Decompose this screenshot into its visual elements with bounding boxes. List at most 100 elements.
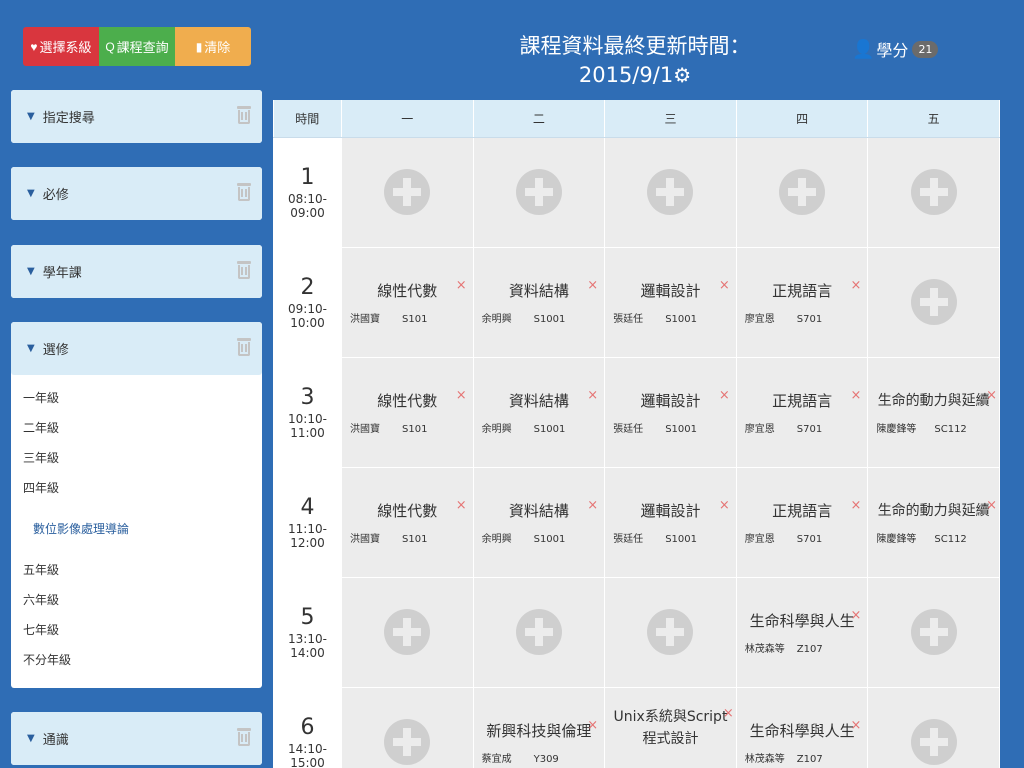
remove-course-button[interactable]: × — [723, 706, 734, 721]
course-cell[interactable]: 線性代數 洪國寶 S101 × — [341, 246, 474, 358]
empty-slot[interactable] — [735, 136, 869, 248]
course-cell[interactable]: 生命的動力與延續 陳慶鋒等 SC112 × — [867, 466, 1000, 578]
clear-button[interactable]: ▮ 清除 — [175, 27, 251, 66]
grade-item[interactable]: 六年級 — [23, 587, 250, 617]
trash-icon[interactable] — [237, 183, 251, 201]
course-room: S1001 — [533, 423, 566, 435]
empty-slot[interactable] — [867, 686, 1000, 768]
course-room: Z107 — [796, 753, 823, 765]
remove-course-button[interactable]: × — [456, 498, 467, 513]
grade-item[interactable]: 一年級 — [23, 385, 250, 415]
empty-slot[interactable] — [472, 576, 606, 688]
remove-course-button[interactable]: × — [456, 388, 467, 403]
course-room: Y309 — [533, 753, 559, 765]
remove-course-button[interactable]: × — [587, 388, 598, 403]
grade-item[interactable]: 二年級 — [23, 415, 250, 445]
caret-down-icon: ▼ — [27, 343, 35, 354]
add-course-icon[interactable] — [910, 719, 957, 765]
course-cell[interactable]: 生命科學與人生 林茂森等 Z107 × — [735, 686, 869, 768]
course-cell[interactable]: 正規語言 廖宜恩 S701 × — [735, 246, 869, 358]
add-course-icon[interactable] — [515, 169, 562, 215]
empty-slot[interactable] — [472, 136, 606, 248]
course-cell[interactable]: 線性代數 洪國寶 S101 × — [341, 356, 474, 468]
course-cell[interactable]: 資料結構 余明興 S1001 × — [472, 356, 606, 468]
trash-icon[interactable] — [237, 261, 251, 279]
table-row: 5 13:10-14:00 生命科學與人生 林茂森等 Z107 × — [273, 576, 1000, 688]
grade-item[interactable]: 不分年級 — [23, 647, 250, 677]
add-course-icon[interactable] — [515, 609, 562, 655]
remove-course-button[interactable]: × — [456, 278, 467, 293]
course-cell[interactable]: 資料結構 余明興 S1001 × — [472, 466, 606, 578]
remove-course-button[interactable]: × — [850, 278, 861, 293]
header-fri: 五 — [867, 100, 1000, 138]
remove-course-button[interactable]: × — [850, 388, 861, 403]
period-number: 5 — [300, 605, 315, 630]
course-cell[interactable]: 正規語言 廖宜恩 S701 × — [735, 356, 869, 468]
remove-course-button[interactable]: × — [587, 718, 598, 733]
add-course-icon[interactable] — [647, 169, 694, 215]
panel-header-required[interactable]: ▼ 必修 — [11, 167, 262, 220]
grade-item[interactable]: 五年級 — [23, 557, 250, 587]
empty-slot[interactable] — [867, 576, 1000, 688]
empty-slot[interactable] — [341, 136, 474, 248]
course-teacher: 廖宜恩 — [744, 533, 775, 545]
add-course-icon[interactable] — [910, 279, 957, 325]
empty-slot[interactable] — [341, 686, 474, 768]
course-cell[interactable]: 資料結構 余明興 S1001 × — [472, 246, 606, 358]
add-course-icon[interactable] — [384, 609, 431, 655]
course-cell[interactable]: 新興科技與倫理 蔡宜成 Y309 × — [472, 686, 606, 768]
grade-item[interactable]: 三年級 — [23, 445, 250, 475]
panel-header-elective[interactable]: ▼ 選修 — [11, 322, 262, 375]
panel-header-general[interactable]: ▼ 通識 — [11, 712, 262, 765]
trash-icon[interactable] — [237, 106, 251, 124]
remove-course-button[interactable]: × — [850, 718, 861, 733]
course-room: S1001 — [533, 533, 566, 545]
grade-item[interactable]: 七年級 — [23, 617, 250, 647]
empty-slot[interactable] — [867, 136, 1000, 248]
course-cell[interactable]: Unix系統與Script 程式設計 × — [604, 686, 737, 768]
course-cell[interactable]: 邏輯設計 張廷任 S1001 × — [604, 356, 737, 468]
course-cell[interactable]: 生命科學與人生 林茂森等 Z107 × — [735, 576, 869, 688]
empty-slot[interactable] — [867, 246, 1000, 358]
panel-header-search[interactable]: ▼ 指定搜尋 — [11, 90, 262, 143]
elective-course-link[interactable]: 數位影像處理導論 — [23, 505, 250, 557]
course-cell[interactable]: 邏輯設計 張廷任 S1001 × — [604, 246, 737, 358]
remove-course-button[interactable]: × — [850, 498, 861, 513]
remove-course-button[interactable]: × — [719, 498, 730, 513]
course-teacher: 張廷任 — [613, 313, 644, 325]
course-cell[interactable]: 邏輯設計 張廷任 S1001 × — [604, 466, 737, 578]
gear-icon[interactable]: ⚙ — [673, 61, 691, 90]
add-course-icon[interactable] — [779, 169, 826, 215]
trash-icon[interactable] — [237, 338, 251, 356]
remove-course-button[interactable]: × — [850, 608, 861, 623]
period-number: 3 — [300, 385, 315, 410]
add-course-icon[interactable] — [384, 169, 431, 215]
course-cell[interactable]: 正規語言 廖宜恩 S701 × — [735, 466, 869, 578]
course-room: S1001 — [665, 313, 697, 325]
add-course-icon[interactable] — [910, 169, 957, 215]
course-search-button[interactable]: Q 課程查詢 — [99, 27, 175, 66]
course-room: S1001 — [665, 423, 697, 435]
panel-title: 指定搜尋 — [42, 111, 95, 126]
empty-slot[interactable] — [604, 136, 737, 248]
header-time: 時間 — [273, 100, 342, 138]
trash-icon[interactable] — [237, 728, 251, 746]
remove-course-button[interactable]: × — [587, 498, 598, 513]
grade-item[interactable]: 四年級 — [23, 475, 250, 505]
empty-slot[interactable] — [341, 576, 474, 688]
empty-slot[interactable] — [604, 576, 737, 688]
remove-course-button[interactable]: × — [986, 388, 997, 403]
add-course-icon[interactable] — [384, 719, 431, 765]
panel-title: 必修 — [42, 188, 69, 203]
remove-course-button[interactable]: × — [719, 388, 730, 403]
remove-course-button[interactable]: × — [587, 278, 598, 293]
panel-header-yearly[interactable]: ▼ 學年課 — [11, 245, 262, 298]
course-name: 新興科技與倫理 — [486, 721, 592, 740]
add-course-icon[interactable] — [910, 609, 957, 655]
select-dept-button[interactable]: ♥ 選擇系級 — [23, 27, 99, 66]
course-cell[interactable]: 線性代數 洪國寶 S101 × — [341, 466, 474, 578]
course-cell[interactable]: 生命的動力與延續 陳慶鋒等 SC112 × — [867, 356, 1000, 468]
remove-course-button[interactable]: × — [986, 498, 997, 513]
add-course-icon[interactable] — [647, 609, 694, 655]
remove-course-button[interactable]: × — [719, 278, 730, 293]
